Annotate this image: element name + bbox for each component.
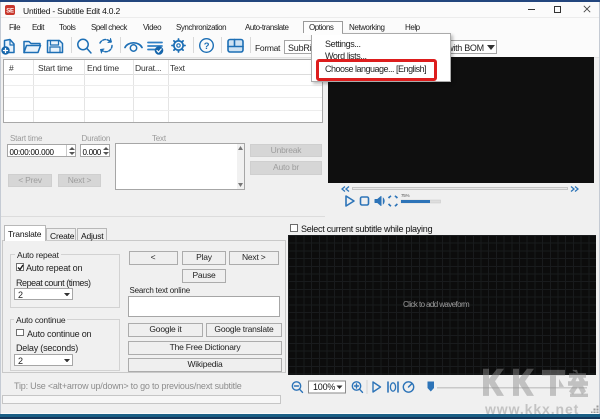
svg-text:www.kkx.net: www.kkx.net bbox=[484, 401, 579, 417]
svg-text:?: ? bbox=[204, 41, 210, 52]
svg-text:100%: 100% bbox=[313, 382, 335, 392]
svg-text:SE: SE bbox=[6, 9, 14, 15]
svg-text:75%: 75% bbox=[401, 193, 410, 198]
